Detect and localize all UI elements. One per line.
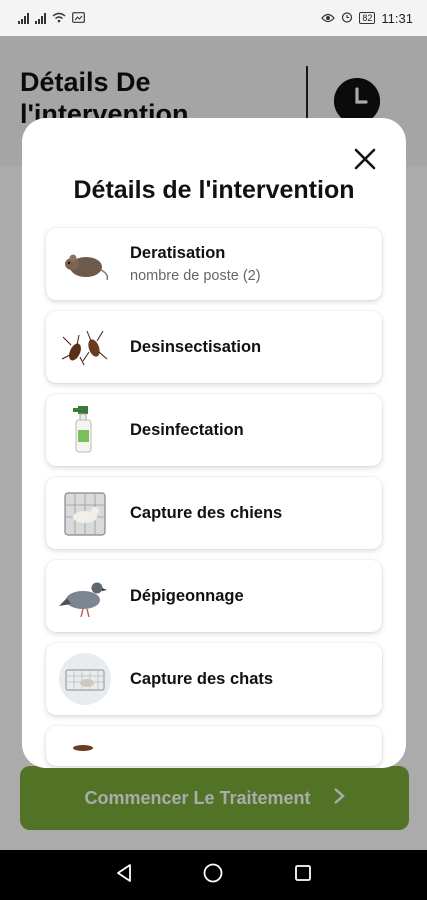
wifi-icon	[52, 11, 66, 26]
item-icon-partial	[54, 715, 116, 768]
modal-title: Détails de l'intervention	[73, 176, 355, 204]
rat-icon	[54, 233, 116, 295]
list-item-partial[interactable]	[46, 726, 382, 766]
item-name: Deratisation	[130, 244, 226, 262]
list-item-deratisation[interactable]: Deratisation nombre de poste (2)	[46, 228, 382, 300]
item-subtitle: nombre de poste (2)	[130, 268, 261, 284]
battery-icon: 82	[359, 12, 376, 24]
clock-time: 11:31	[381, 10, 413, 26]
intervention-list[interactable]: Deratisation nombre de poste (2) Desinse…	[46, 228, 382, 768]
close-button[interactable]	[352, 146, 378, 172]
back-icon[interactable]	[115, 863, 133, 888]
status-right: 82 11:31	[321, 11, 413, 26]
list-item-capture-des-chiens[interactable]: Capture des chiens	[46, 477, 382, 549]
item-name: Capture des chiens	[130, 503, 283, 522]
pigeon-icon	[54, 565, 116, 627]
dog-cage-icon	[54, 482, 116, 544]
list-item-depigeonnage[interactable]: Dépigeonnage	[46, 560, 382, 632]
item-name: Capture des chats	[130, 669, 274, 688]
home-icon[interactable]	[203, 863, 223, 888]
list-item-desinfectation[interactable]: Desinfectation	[46, 394, 382, 466]
list-item-capture-des-chats[interactable]: Capture des chats	[46, 643, 382, 715]
navigation-bar	[0, 850, 427, 900]
status-bar: 82 11:31	[0, 0, 427, 36]
intervention-details-modal: Détails de l'intervention Deratisation n…	[22, 118, 406, 768]
recents-icon[interactable]	[294, 864, 312, 887]
signal-icon	[18, 12, 29, 24]
signal-icon-2	[35, 12, 46, 24]
item-name: Desinsectisation	[130, 337, 262, 356]
cat-trap-icon	[54, 648, 116, 710]
close-icon	[354, 148, 376, 170]
list-item-desinsectisation[interactable]: Desinsectisation	[46, 311, 382, 383]
item-name: Dépigeonnage	[130, 586, 244, 605]
item-name: Desinfectation	[130, 420, 244, 439]
eye-icon	[321, 11, 336, 26]
status-left	[18, 11, 85, 26]
screenshot-icon	[72, 11, 85, 26]
spray-bottle-icon	[54, 399, 116, 461]
alarm-icon	[341, 11, 353, 26]
cockroach-icon	[54, 316, 116, 378]
